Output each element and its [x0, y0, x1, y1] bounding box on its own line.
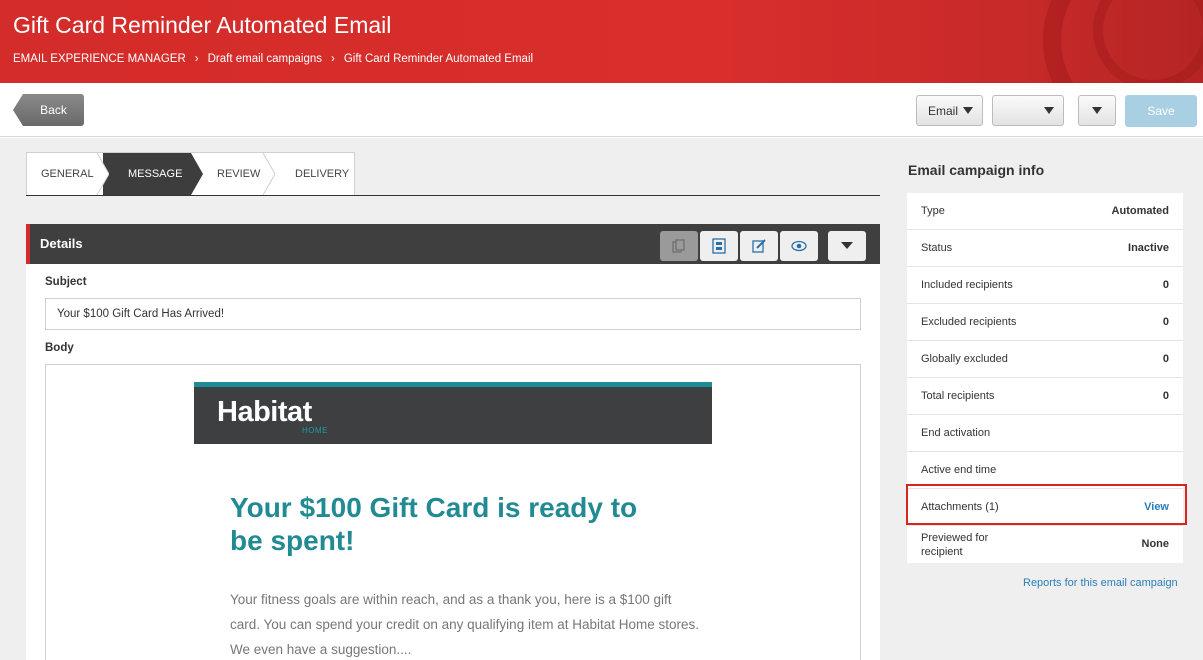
action-toolbar: Back Email Save — [0, 83, 1203, 137]
info-row-included: Included recipients 0 — [907, 267, 1183, 304]
step-label: DELIVERY — [295, 168, 350, 180]
secondary-dropdown[interactable] — [992, 95, 1064, 126]
info-key: Active end time — [921, 464, 997, 476]
wizard-steps: GENERAL MESSAGE REVIEW DELIVERY — [26, 152, 355, 196]
info-row-globally-excluded: Globally excluded 0 — [907, 341, 1183, 378]
info-value: 0 — [1162, 279, 1169, 291]
breadcrumb-separator-icon: › — [331, 53, 335, 65]
more-actions-dropdown[interactable] — [1078, 95, 1116, 126]
info-key: Included recipients — [921, 279, 1013, 291]
step-active-arrow-icon — [191, 153, 203, 195]
email-dropdown-label: Email — [928, 103, 959, 118]
layout-button[interactable] — [700, 231, 738, 261]
details-header: Details — [26, 224, 880, 264]
info-key: Status — [921, 242, 953, 254]
breadcrumb-item-drafts[interactable]: Draft email campaigns — [208, 53, 322, 65]
breadcrumb: EMAIL EXPERIENCE MANAGER › Draft email c… — [13, 53, 533, 65]
info-key: Globally excluded — [921, 353, 1008, 365]
info-row-total: Total recipients 0 — [907, 378, 1183, 415]
info-row-status: Status Inactive — [907, 230, 1183, 267]
step-divider-icon — [97, 153, 109, 195]
subject-label: Subject — [45, 276, 87, 288]
step-general[interactable]: GENERAL — [27, 153, 109, 195]
breadcrumb-item-current[interactable]: Gift Card Reminder Automated Email — [344, 53, 533, 65]
edit-button[interactable] — [740, 231, 778, 261]
back-button[interactable]: Back — [13, 94, 84, 126]
info-key: Previewed for recipient — [921, 532, 989, 558]
step-label: MESSAGE — [128, 168, 183, 180]
info-key: Total recipients — [921, 390, 995, 402]
info-value: 0 — [1162, 353, 1169, 365]
info-value: 0 — [1162, 390, 1169, 402]
preview-eye-icon — [791, 240, 807, 252]
edit-icon — [752, 239, 766, 253]
breadcrumb-separator-icon: › — [194, 53, 199, 65]
header-decoration-inner — [1093, 0, 1203, 83]
info-value: 0 — [1162, 316, 1169, 328]
habitat-logo: Habitat — [217, 396, 312, 428]
info-row-excluded: Excluded recipients 0 — [907, 304, 1183, 341]
info-row-previewed: Previewed for recipient None — [907, 526, 1183, 563]
email-headline: Your $100 Gift Card is ready to be spent… — [230, 492, 638, 556]
chevron-down-icon — [1044, 107, 1054, 114]
info-value: Automated — [1111, 205, 1169, 217]
info-row-end-activation: End activation — [907, 415, 1183, 452]
preview-button[interactable] — [780, 231, 818, 261]
save-button[interactable]: Save — [1125, 95, 1197, 127]
copy-button[interactable] — [660, 231, 698, 261]
step-divider-icon — [263, 153, 275, 195]
copy-icon — [672, 239, 685, 253]
page-title: Gift Card Reminder Automated Email — [13, 12, 392, 38]
step-delivery[interactable]: DELIVERY — [269, 153, 354, 195]
chevron-down-icon — [963, 107, 973, 114]
info-key: Type — [921, 205, 945, 217]
chevron-down-icon — [841, 242, 853, 249]
info-key: Excluded recipients — [921, 316, 1017, 328]
content-area: GENERAL MESSAGE REVIEW DELIVERY Details — [0, 138, 1203, 660]
info-key: End activation — [921, 427, 991, 439]
info-value: Inactive — [1128, 242, 1169, 254]
steps-underline — [26, 195, 880, 196]
email-dropdown[interactable]: Email — [916, 95, 983, 126]
details-title: Details — [40, 236, 83, 251]
breadcrumb-item-eem[interactable]: EMAIL EXPERIENCE MANAGER — [13, 53, 186, 65]
email-body-editor[interactable]: Habitat HOME Your $100 Gift Card is read… — [45, 364, 861, 660]
body-label: Body — [45, 342, 74, 354]
info-row-type: Type Automated — [907, 193, 1183, 230]
step-label: GENERAL — [41, 168, 94, 180]
step-label: REVIEW — [217, 168, 261, 180]
chevron-down-icon — [1092, 107, 1102, 114]
step-message[interactable]: MESSAGE — [103, 153, 203, 195]
info-value: None — [1141, 538, 1170, 550]
attachments-highlight-box — [906, 484, 1187, 525]
email-header-banner: Habitat HOME — [194, 382, 712, 444]
page-header: Gift Card Reminder Automated Email EMAIL… — [0, 0, 1203, 83]
subject-input[interactable]: Your $100 Gift Card Has Arrived! — [45, 298, 861, 330]
habitat-logo-sub: HOME — [302, 426, 328, 435]
email-body-text: Your fitness goals are within reach, and… — [230, 592, 700, 657]
reports-link[interactable]: Reports for this email campaign — [1023, 577, 1178, 589]
more-options-button[interactable] — [828, 231, 866, 261]
details-panel: Details Subject Your $100 Gift Card Has … — [26, 224, 880, 660]
layout-icon — [712, 238, 726, 254]
campaign-info-title: Email campaign info — [908, 162, 1045, 178]
